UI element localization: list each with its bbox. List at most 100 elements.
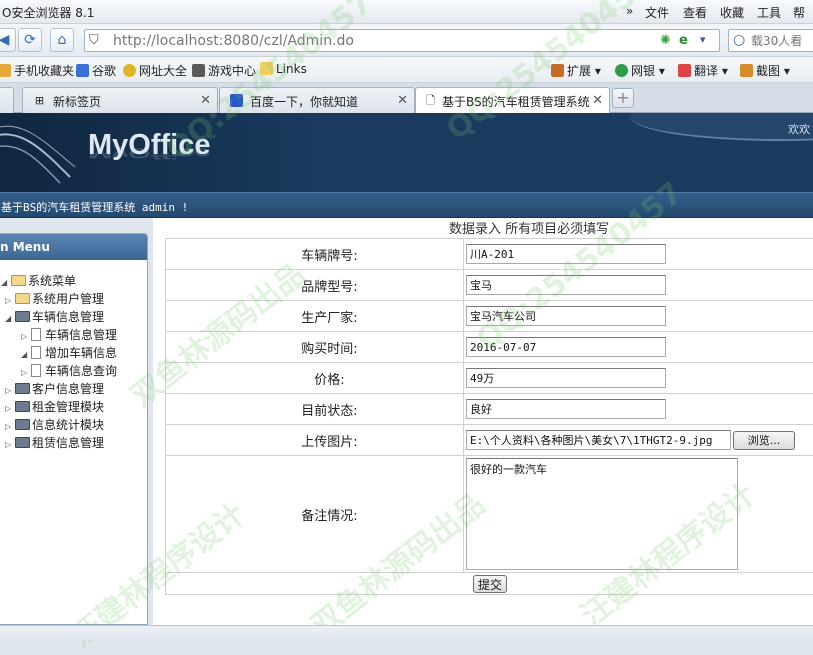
form-caption: 数据录入 所有项目必须填写: [449, 218, 609, 237]
manufacturer-label: 生产厂家:: [166, 301, 464, 332]
logo-swoosh-icon: [0, 117, 80, 187]
sidebar-item-vehicle-query[interactable]: ▷车辆信息查询: [21, 362, 117, 379]
page-icon: [31, 364, 41, 377]
expand-icon[interactable]: ▷: [5, 440, 15, 449]
remarks-textarea[interactable]: 很好的一款汽车: [466, 458, 738, 570]
speed-icon[interactable]: ✺: [660, 33, 671, 48]
close-icon[interactable]: ✕: [592, 93, 603, 108]
sidebar-item-customers[interactable]: ▷客户信息管理: [5, 380, 104, 397]
search-icon: ○: [733, 32, 745, 48]
new-tab-button[interactable]: +: [612, 88, 634, 108]
form-row: 上传图片: 浏览...: [166, 425, 813, 456]
back-arrow-icon: ◀: [0, 32, 9, 48]
plus-icon: +: [616, 88, 629, 107]
ext-bank[interactable]: 网银 ▾: [615, 62, 665, 79]
sidebar-item-vehicle-manage[interactable]: ▷车辆信息管理: [21, 326, 117, 343]
upload-path-input[interactable]: [466, 430, 731, 450]
brand-input[interactable]: [466, 275, 666, 295]
sidebar-item-add-vehicle[interactable]: ◢增加车辆信息: [21, 344, 117, 361]
puzzle-icon: [551, 64, 564, 77]
form-row: 目前状态:: [166, 394, 813, 425]
folder-icon: [15, 293, 30, 304]
browse-button[interactable]: 浏览...: [733, 431, 795, 450]
collapse-icon[interactable]: ◢: [5, 314, 15, 323]
expand-icon[interactable]: ▷: [5, 422, 15, 431]
ext-screenshot[interactable]: 截图 ▾: [740, 62, 790, 79]
back-button[interactable]: ◀: [0, 28, 16, 52]
upload-label: 上传图片:: [166, 425, 464, 456]
plate-input[interactable]: [466, 244, 666, 264]
ie-mode-icon[interactable]: e: [679, 33, 688, 48]
sidebar: n Menu ◢系统菜单 ▷系统用户管理 ◢车辆信息管理 ▷车辆信息管理 ◢增加…: [0, 233, 148, 625]
search-box[interactable]: ○: [728, 29, 813, 52]
price-label: 价格:: [166, 363, 464, 394]
expand-icon[interactable]: ▷: [5, 296, 15, 305]
tab-baidu[interactable]: 🐾 百度一下，你就知道 ✕: [219, 87, 415, 113]
page-icon: [31, 346, 41, 359]
tab-partial[interactable]: [0, 87, 14, 113]
form-row: 备注情况: 很好的一款汽车: [166, 456, 813, 573]
status-input[interactable]: [466, 399, 666, 419]
sidebar-item-rent[interactable]: ▷租金管理模块: [5, 398, 104, 415]
folder-icon: [15, 401, 30, 412]
refresh-icon: ⟳: [24, 32, 36, 48]
form-row: 购买时间:: [166, 332, 813, 363]
translate-icon: [678, 64, 691, 77]
bank-icon: [615, 64, 628, 77]
refresh-button[interactable]: ⟳: [18, 28, 42, 52]
status-label: 目前状态:: [166, 394, 464, 425]
tree-root[interactable]: ◢系统菜单: [1, 272, 76, 289]
submit-row: 提交: [166, 573, 813, 595]
price-input[interactable]: [466, 368, 666, 388]
gamepad-icon: [192, 64, 205, 77]
search-input[interactable]: [751, 32, 813, 49]
bookmark-links[interactable]: Links: [260, 62, 307, 76]
plate-label: 车辆牌号:: [166, 239, 464, 270]
sidebar-title: n Menu: [0, 234, 147, 260]
menu-view[interactable]: 查看: [683, 4, 707, 21]
home-button[interactable]: ⌂: [50, 28, 74, 52]
page-header: MyOffice MyOffice 欢欢: [0, 113, 813, 192]
collapse-icon[interactable]: ◢: [1, 278, 11, 287]
status-bar: [0, 625, 813, 640]
page-icon: 🗋: [424, 94, 437, 107]
welcome-bar: 基于BS的汽车租赁管理系统 admin !: [0, 192, 813, 218]
user-link[interactable]: 欢欢: [788, 121, 810, 137]
menu-favorites[interactable]: 收藏: [720, 4, 744, 21]
close-icon[interactable]: ✕: [200, 93, 211, 108]
form-row: 车辆牌号:: [166, 239, 813, 270]
expand-icon[interactable]: ▷: [21, 368, 31, 377]
bookmark-sites[interactable]: 网址大全: [123, 62, 187, 79]
expand-icon[interactable]: ▷: [21, 332, 31, 341]
browser-title: O安全浏览器 8.1: [2, 4, 94, 21]
menu-more[interactable]: »: [626, 4, 633, 18]
address-bar[interactable]: ⛉ ✺ e ▾: [84, 29, 720, 52]
collapse-icon[interactable]: ◢: [21, 350, 31, 359]
baidu-icon: 🐾: [230, 94, 243, 107]
bookmark-google[interactable]: 谷歌: [76, 62, 116, 79]
shield-icon: ⛉: [89, 33, 103, 49]
chevron-down-icon[interactable]: ▾: [700, 33, 706, 46]
expand-icon[interactable]: ▷: [5, 404, 15, 413]
vehicle-form: 车辆牌号: 品牌型号: 生产厂家: 购买时间: 价格: 目前状态: 上传图片: …: [165, 238, 813, 595]
sidebar-item-statistics[interactable]: ▷信息统计模块: [5, 416, 104, 433]
purchase-date-input[interactable]: [466, 337, 666, 357]
ext-extension[interactable]: 扩展 ▾: [551, 62, 601, 79]
tab-car-rental[interactable]: 🗋 基于BS的汽车租赁管理系统 ✕: [415, 87, 610, 114]
ext-translate[interactable]: 翻译 ▾: [678, 62, 728, 79]
welcome-text: 基于BS的汽车租赁管理系统 admin !: [1, 199, 188, 215]
menu-file[interactable]: 文件: [645, 4, 669, 21]
bookmark-games[interactable]: 游戏中心: [192, 62, 256, 79]
close-icon[interactable]: ✕: [397, 93, 408, 108]
menu-tools[interactable]: 工具: [757, 4, 781, 21]
sidebar-item-lease[interactable]: ▷租赁信息管理: [5, 434, 104, 451]
folder-open-icon: [15, 311, 30, 322]
tab-new-tab[interactable]: ⊞ 新标签页 ✕: [22, 87, 218, 113]
bookmark-mobile[interactable]: 手机收藏夹: [0, 62, 74, 79]
submit-button[interactable]: 提交: [473, 575, 507, 593]
url-input[interactable]: [113, 31, 653, 50]
manufacturer-input[interactable]: [466, 306, 666, 326]
sidebar-item-system-users[interactable]: ▷系统用户管理: [5, 290, 104, 307]
expand-icon[interactable]: ▷: [5, 386, 15, 395]
sidebar-item-vehicle-info[interactable]: ◢车辆信息管理: [5, 308, 104, 325]
